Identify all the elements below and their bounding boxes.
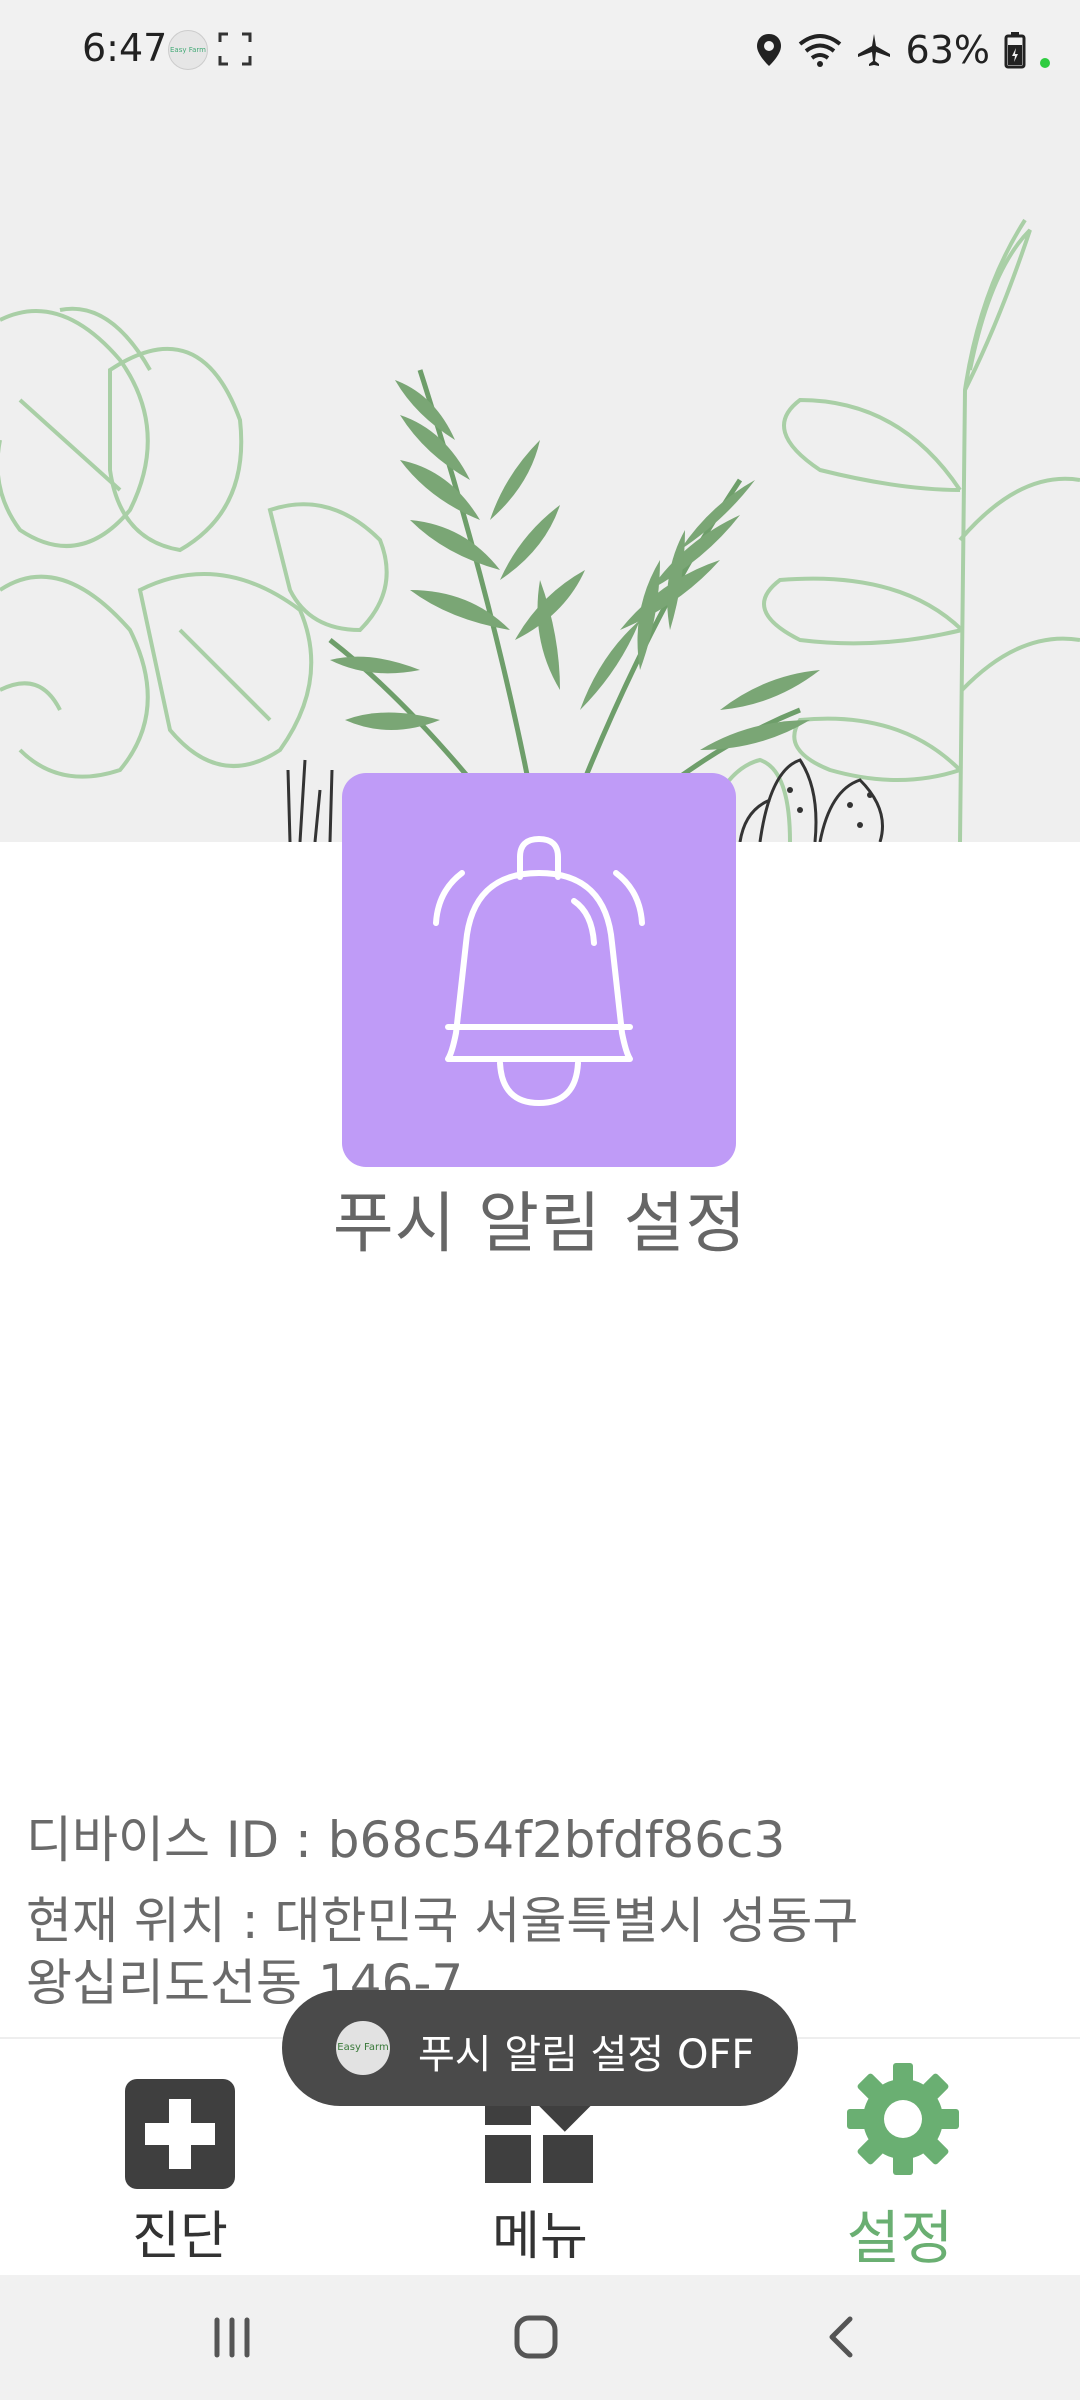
home-button[interactable]: [456, 2275, 616, 2400]
push-notification-toggle[interactable]: [342, 773, 736, 1167]
status-icons: 63%: [754, 26, 1050, 74]
push-settings-title: 푸시 알림 설정: [332, 1185, 748, 1262]
nav-label-menu: 메뉴: [492, 2207, 588, 2267]
battery-percent: 63%: [905, 28, 990, 72]
app-notification-icon: Easy Farm: [168, 30, 208, 70]
system-navigation-bar: [0, 2275, 1080, 2400]
bell-icon: [433, 836, 645, 1106]
plant-header-illustration: [0, 70, 1080, 842]
toast-message: Easy Farm 푸시 알림 설정 OFF: [282, 1990, 798, 2106]
home-icon: [514, 2315, 558, 2359]
screenshot-icon: [218, 32, 252, 66]
location-icon: [756, 34, 781, 66]
back-icon: [829, 2316, 853, 2358]
battery-icon: [1004, 32, 1026, 69]
toast-text: 푸시 알림 설정 OFF: [418, 2032, 755, 2078]
plant-illustration: [0, 218, 1080, 842]
recents-button[interactable]: [152, 2275, 312, 2400]
app-icon: Easy Farm: [336, 2021, 390, 2075]
recents-icon: [214, 2317, 250, 2358]
plus-icon: [125, 2079, 235, 2189]
device-id-text: 디바이스 ID : b68c54f2bfdf86c3: [26, 1811, 786, 1869]
back-button[interactable]: [760, 2275, 920, 2400]
status-time: 6:47: [82, 26, 168, 70]
nav-label-settings: 설정: [846, 2204, 954, 2272]
camera-privacy-dot: [1040, 58, 1050, 68]
airplane-icon: [857, 34, 890, 66]
wifi-icon: [798, 34, 841, 67]
nav-label-diagnosis: 진단: [132, 2207, 228, 2267]
gear-icon: [847, 2063, 959, 2175]
